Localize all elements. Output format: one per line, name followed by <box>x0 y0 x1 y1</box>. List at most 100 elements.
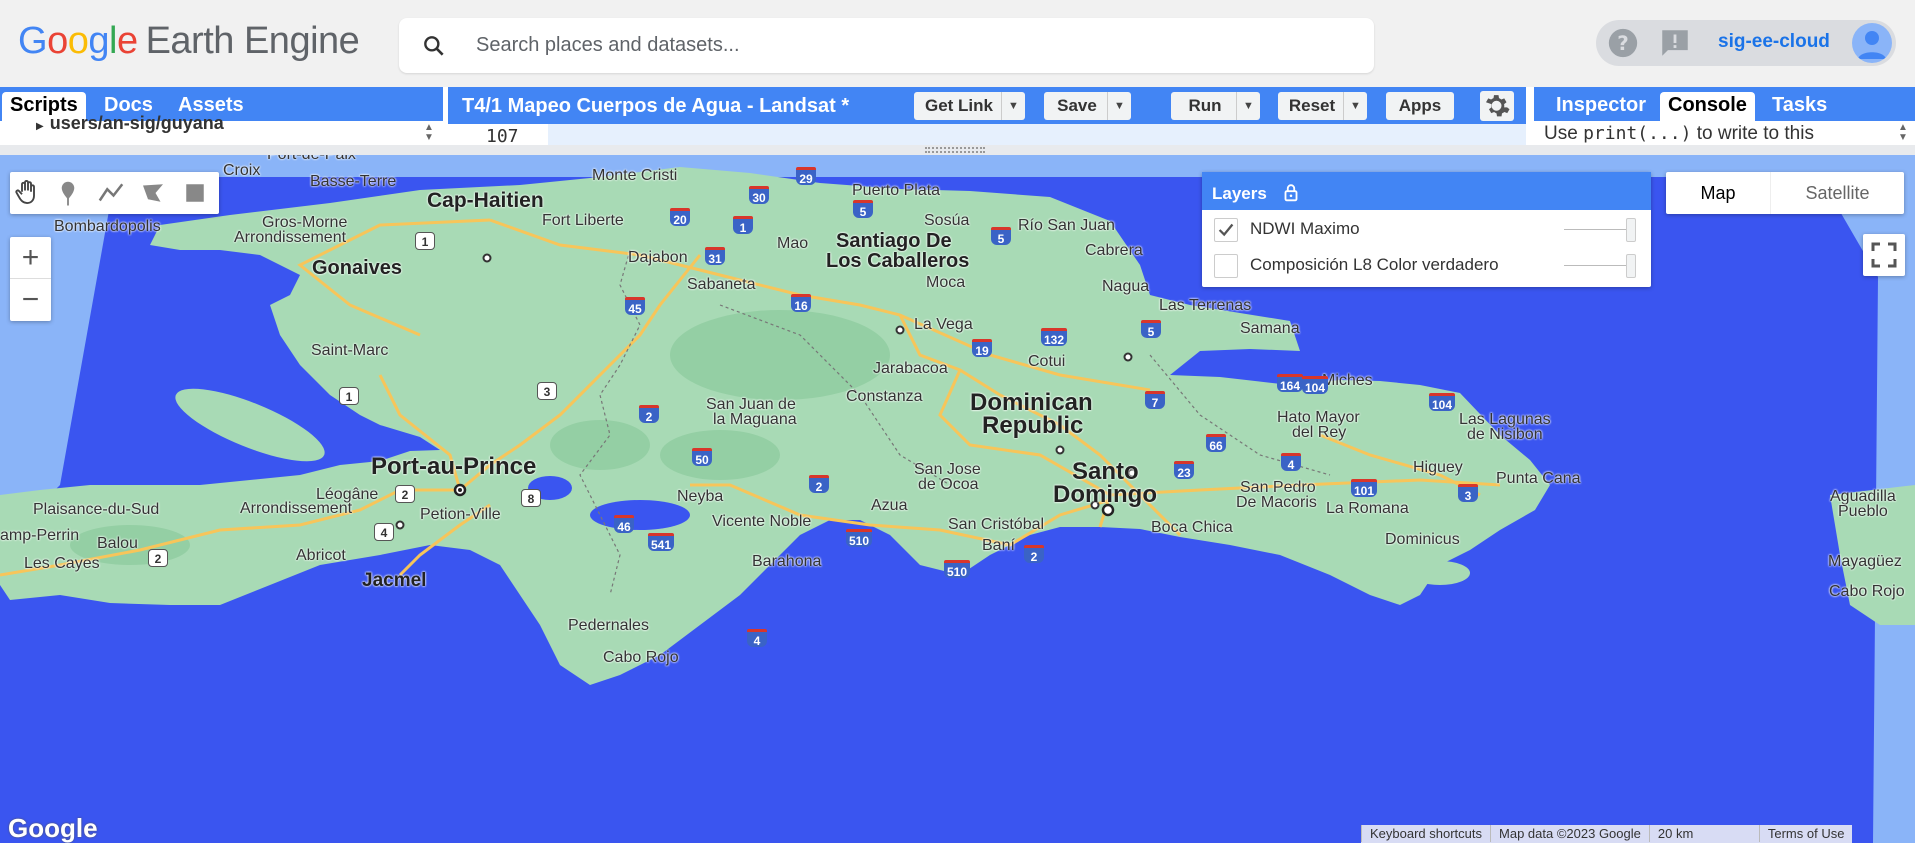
route-shield: 2 <box>1024 545 1044 564</box>
route-shield: 510 <box>944 560 971 579</box>
opacity-slider-track <box>1564 229 1634 230</box>
map-label: de Ocoa <box>918 476 979 493</box>
apps-button[interactable]: Apps <box>1386 92 1454 120</box>
layer-row[interactable]: Composición L8 Color verdadero <box>1202 247 1651 283</box>
map-label: Samana <box>1240 320 1300 337</box>
earth-engine-logo[interactable]: Google Earth Engine <box>18 20 360 63</box>
get-link-dropdown-icon[interactable]: ▼ <box>1001 92 1025 120</box>
map-label: Boca Chica <box>1151 519 1233 536</box>
map-label: Constanza <box>846 388 923 405</box>
map-label: Moca <box>926 274 966 291</box>
route-shield: 3 <box>537 382 557 400</box>
search-box[interactable]: Search places and datasets... <box>399 18 1374 73</box>
tab-tasks[interactable]: Tasks <box>1764 92 1835 121</box>
map-type-satellite-button[interactable]: Satellite <box>1770 172 1904 214</box>
tree-expand-icon[interactable]: ▶ <box>36 121 44 132</box>
layers-title: Layers <box>1212 184 1267 203</box>
polygon-tool-icon[interactable] <box>138 178 168 208</box>
line-tool-icon[interactable] <box>96 178 126 208</box>
keyboard-shortcuts-link[interactable]: Keyboard shortcuts <box>1361 825 1490 842</box>
account-icon[interactable] <box>1852 23 1892 63</box>
map-type-map-button[interactable]: Map <box>1666 172 1770 214</box>
save-dropdown-icon[interactable]: ▼ <box>1107 92 1131 120</box>
drawing-tools <box>10 172 219 214</box>
layers-header[interactable]: Layers <box>1202 172 1651 210</box>
console-hint-code: print(...) <box>1583 123 1692 144</box>
search-input[interactable]: Search places and datasets... <box>476 34 740 57</box>
map-view[interactable]: Port-de-Paix Croix Basse-Terre Cap-Haiti… <box>0 155 1915 843</box>
right-scroll-arrows[interactable]: ▲ ▼ <box>1896 123 1910 143</box>
script-title: T4/1 Mapeo Cuerpos de Agua - Landsat * <box>462 95 850 117</box>
route-shield: 20 <box>670 208 690 227</box>
map-label: Nagua <box>1102 278 1150 295</box>
map-label: Miches <box>1322 372 1373 389</box>
run-dropdown-icon[interactable]: ▼ <box>1236 92 1260 120</box>
script-tree-item[interactable]: ▶ users/an-sig/guyana <box>36 113 224 134</box>
scale-bar[interactable]: 20 km <box>1648 825 1759 842</box>
reset-dropdown-icon[interactable]: ▼ <box>1343 92 1367 120</box>
map-label: Cabo Rojo <box>1829 583 1905 600</box>
route-shield: 66 <box>1206 434 1226 453</box>
user-name[interactable]: sig-ee-cloud <box>1718 31 1830 53</box>
panel-resize-handle[interactable] <box>0 145 1915 155</box>
route-shield: 2 <box>148 549 168 567</box>
zoom-in-button[interactable]: + <box>10 237 51 279</box>
checkmark-icon <box>1218 223 1234 237</box>
terms-link[interactable]: Terms of Use <box>1758 825 1853 842</box>
route-shield: 5 <box>853 200 873 219</box>
map-label: Cabo Rojo <box>603 649 679 666</box>
zoom-out-button[interactable]: − <box>10 279 51 321</box>
opacity-slider[interactable] <box>1626 254 1636 278</box>
lock-icon[interactable] <box>1280 182 1302 204</box>
route-shield: 132 <box>1041 328 1068 347</box>
map-label: Monte Cristi <box>592 167 678 184</box>
map-label: Mao <box>777 235 809 252</box>
console-hint-after: to write to this <box>1691 123 1814 144</box>
code-editor[interactable]: 107 <box>448 124 1526 147</box>
route-shield: 1 <box>339 387 359 405</box>
zoom-controls: + − <box>10 237 51 321</box>
reset-button[interactable]: Reset <box>1278 92 1346 120</box>
map-label: Sabaneta <box>687 276 756 293</box>
map-label: del Rey <box>1292 424 1347 441</box>
route-shield: 4 <box>1281 453 1301 472</box>
map-label: Jacmel <box>362 570 427 591</box>
map-label: Dominicus <box>1385 531 1460 548</box>
map-label: Basse-Terre <box>310 173 397 190</box>
route-shield: 19 <box>972 339 992 358</box>
map-label: Petion-Ville <box>420 506 501 523</box>
feedback-icon[interactable] <box>1658 26 1692 60</box>
route-shield: 29 <box>796 167 816 186</box>
fullscreen-icon <box>1871 242 1897 268</box>
layer-row[interactable]: NDWI Maximo <box>1202 211 1651 247</box>
account-area: ? sig-ee-cloud <box>1596 20 1896 66</box>
help-icon[interactable]: ? <box>1606 26 1640 60</box>
map-label: Saint-Marc <box>311 342 389 359</box>
pan-hand-icon[interactable] <box>12 178 42 208</box>
get-link-button[interactable]: Get Link <box>914 92 1004 120</box>
map-label: Balou <box>97 535 138 552</box>
product-name: Earth Engine <box>145 20 360 62</box>
route-shield: 2 <box>395 485 415 503</box>
save-button[interactable]: Save <box>1044 92 1110 120</box>
tab-console[interactable]: Console <box>1660 92 1755 121</box>
layer-checkbox[interactable] <box>1214 254 1238 278</box>
map-label: Bombardopolis <box>54 218 161 235</box>
map-label: Cabrera <box>1085 242 1143 259</box>
map-label: Jarabacoa <box>873 360 948 377</box>
tab-inspector[interactable]: Inspector <box>1548 92 1654 121</box>
opacity-slider[interactable] <box>1626 218 1636 242</box>
run-button[interactable]: Run <box>1171 92 1239 120</box>
layer-checkbox[interactable] <box>1214 218 1238 242</box>
fullscreen-button[interactable] <box>1863 234 1905 276</box>
map-data-text: Map data ©2023 Google <box>1490 825 1649 842</box>
left-scroll-arrows[interactable]: ▲ ▼ <box>422 123 436 143</box>
map-label: la Maguana <box>713 411 797 428</box>
rectangle-tool-icon[interactable] <box>180 178 210 208</box>
marker-icon[interactable] <box>53 178 83 208</box>
gear-icon[interactable] <box>1480 91 1514 121</box>
map-label: Cap-Haitien <box>427 189 544 212</box>
map-label: Santiago De <box>836 230 952 252</box>
map-label: La Vega <box>914 316 973 333</box>
route-shield: 5 <box>1141 320 1161 339</box>
